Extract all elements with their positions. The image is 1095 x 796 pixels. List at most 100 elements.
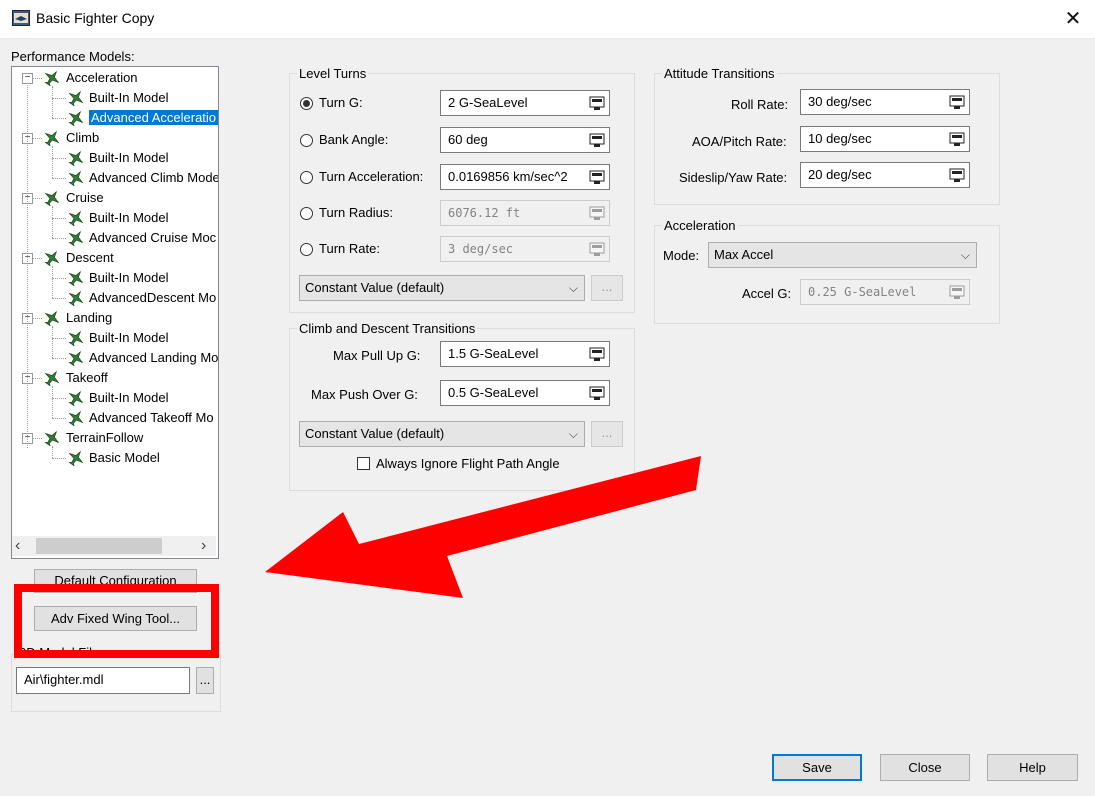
level-turns-value: 2 G-SeaLevel: [448, 95, 528, 110]
level-turns-option-label: Turn Acceleration:: [319, 169, 424, 184]
max-pull-up-input[interactable]: 1.5 G-SeaLevel: [440, 341, 610, 367]
level-turns-value-input[interactable]: 0.0169856 km/sec^2: [440, 164, 610, 190]
tree-connector: [52, 266, 53, 298]
tree-node-climb[interactable]: Climb: [66, 128, 99, 148]
performance-models-tree[interactable]: − Acceleration Built-In Model Advanced Acce…: [11, 66, 219, 559]
scroll-left-icon[interactable]: ‹: [15, 537, 20, 555]
tree-connector: [33, 318, 42, 319]
unit-selector-icon[interactable]: [949, 167, 965, 183]
aircraft-icon: [67, 170, 85, 187]
level-turns-mode-select[interactable]: Constant Value (default) ⌵: [299, 275, 585, 301]
scroll-right-icon[interactable]: ›: [201, 537, 206, 555]
tree-leaf-model[interactable]: Basic Model: [89, 448, 160, 468]
close-button[interactable]: Close: [880, 754, 970, 781]
level-turns-value-input[interactable]: 2 G-SeaLevel: [440, 90, 610, 116]
sideslip-yaw-rate-input[interactable]: 20 deg/sec: [800, 162, 970, 188]
tree-node-landing[interactable]: Landing: [66, 308, 112, 328]
model-file-input[interactable]: Air\fighter.mdl: [16, 667, 190, 694]
tree-node-takeoff[interactable]: Takeoff: [66, 368, 108, 388]
scrollbar-thumb[interactable]: [36, 538, 162, 554]
tree-connector: [52, 278, 66, 279]
level-turns-radio[interactable]: [300, 171, 313, 184]
tree-connector: [52, 238, 66, 239]
tree-connector: [52, 146, 53, 178]
unit-selector-icon[interactable]: [589, 95, 605, 111]
aoa-pitch-rate-input[interactable]: 10 deg/sec: [800, 126, 970, 152]
tree-leaf-model[interactable]: Built-In Model: [89, 88, 168, 108]
accel-g-input: 0.25 G-SeaLevel: [800, 279, 970, 305]
tree-connector: [52, 446, 53, 458]
max-push-over-input[interactable]: 0.5 G-SeaLevel: [440, 380, 610, 406]
level-turns-option-label: Turn G:: [319, 95, 363, 110]
level-turns-option-label: Turn Radius:: [319, 205, 393, 220]
tree-leaf-model[interactable]: AdvancedDescent Mo: [89, 288, 216, 308]
level-turns-radio[interactable]: [300, 134, 313, 147]
acceleration-mode-select[interactable]: Max Accel ⌵: [708, 242, 977, 268]
annotation-highlight-box: [14, 584, 219, 658]
tree-leaf-model[interactable]: Built-In Model: [89, 328, 168, 348]
help-button[interactable]: Help: [987, 754, 1078, 781]
tree-connector: [33, 258, 42, 259]
tree-leaf-model[interactable]: Built-In Model: [89, 148, 168, 168]
tree-leaf-model[interactable]: Advanced Climb Mode: [89, 168, 218, 188]
unit-selector-icon[interactable]: [589, 169, 605, 185]
tree-connector: [52, 86, 53, 118]
climb-descent-title: Climb and Descent Transitions: [297, 321, 478, 336]
aircraft-icon: [67, 350, 85, 367]
tree-node-cruise[interactable]: Cruise: [66, 188, 104, 208]
unit-selector-icon[interactable]: [949, 94, 965, 110]
aircraft-icon: [43, 190, 61, 207]
chevron-down-icon: ⌵: [568, 281, 578, 295]
max-pull-up-value: 1.5 G-SeaLevel: [448, 346, 539, 361]
level-turns-radio[interactable]: [300, 207, 313, 220]
model-file-browse-button[interactable]: ...: [196, 667, 214, 694]
tree-connector: [33, 438, 42, 439]
tree-connector: [52, 206, 53, 238]
annotation-arrow: [265, 456, 701, 598]
tree-connector: [52, 386, 53, 418]
aircraft-icon: [43, 310, 61, 327]
window-title: Basic Fighter Copy: [36, 10, 155, 26]
save-button[interactable]: Save: [772, 754, 862, 781]
aircraft-icon: [67, 290, 85, 307]
level-turns-value: 3 deg/sec: [448, 242, 514, 256]
tree-leaf-model[interactable]: Built-In Model: [89, 208, 168, 228]
accel-g-label: Accel G:: [742, 286, 792, 301]
level-turns-radio[interactable]: [300, 243, 313, 256]
performance-models-label: Performance Models:: [11, 49, 135, 64]
unit-selector-icon[interactable]: [949, 131, 965, 147]
aircraft-icon: [43, 370, 61, 387]
level-turns-radio[interactable]: [300, 97, 313, 110]
roll-rate-input[interactable]: 30 deg/sec: [800, 89, 970, 115]
aircraft-icon: [67, 110, 85, 127]
tree-connector: [52, 338, 66, 339]
unit-selector-icon[interactable]: [589, 385, 605, 401]
tree-leaf-model[interactable]: Advanced Cruise Moc: [89, 228, 216, 248]
tree-connector: [33, 78, 42, 79]
unit-selector-icon: [589, 206, 605, 220]
tree-leaf-model[interactable]: Advanced Acceleratio: [89, 108, 218, 128]
tree-node-acceleration[interactable]: Acceleration: [66, 68, 138, 88]
app-icon: [12, 10, 30, 26]
level-turns-value-input[interactable]: 60 deg: [440, 127, 610, 153]
level-turns-value: 6076.12 ft: [448, 206, 521, 220]
tree-leaf-model[interactable]: Advanced Landing Mo: [89, 348, 218, 368]
window-close-icon[interactable]: ✕: [1058, 4, 1088, 34]
tree-leaf-model[interactable]: Built-In Model: [89, 268, 168, 288]
tree-node-descent[interactable]: Descent: [66, 248, 114, 268]
acceleration-mode-label: Mode:: [663, 248, 700, 263]
attitude-transitions-title: Attitude Transitions: [662, 66, 777, 81]
unit-selector-icon[interactable]: [589, 346, 605, 362]
tree-leaf-model[interactable]: Built-In Model: [89, 388, 168, 408]
tree-node-terrainfollow[interactable]: TerrainFollow: [66, 428, 143, 448]
tree-connector: [52, 218, 66, 219]
aircraft-icon: [67, 270, 85, 287]
unit-selector-icon[interactable]: [589, 132, 605, 148]
tree-connector: [52, 398, 66, 399]
tree-connector: [52, 358, 66, 359]
tree-connector: [33, 198, 42, 199]
level-turns-more-button[interactable]: ...: [591, 275, 623, 301]
acceleration-group: [654, 225, 1000, 324]
tree-leaf-model[interactable]: Advanced Takeoff Mo: [89, 408, 214, 428]
tree-connector: [52, 178, 66, 179]
